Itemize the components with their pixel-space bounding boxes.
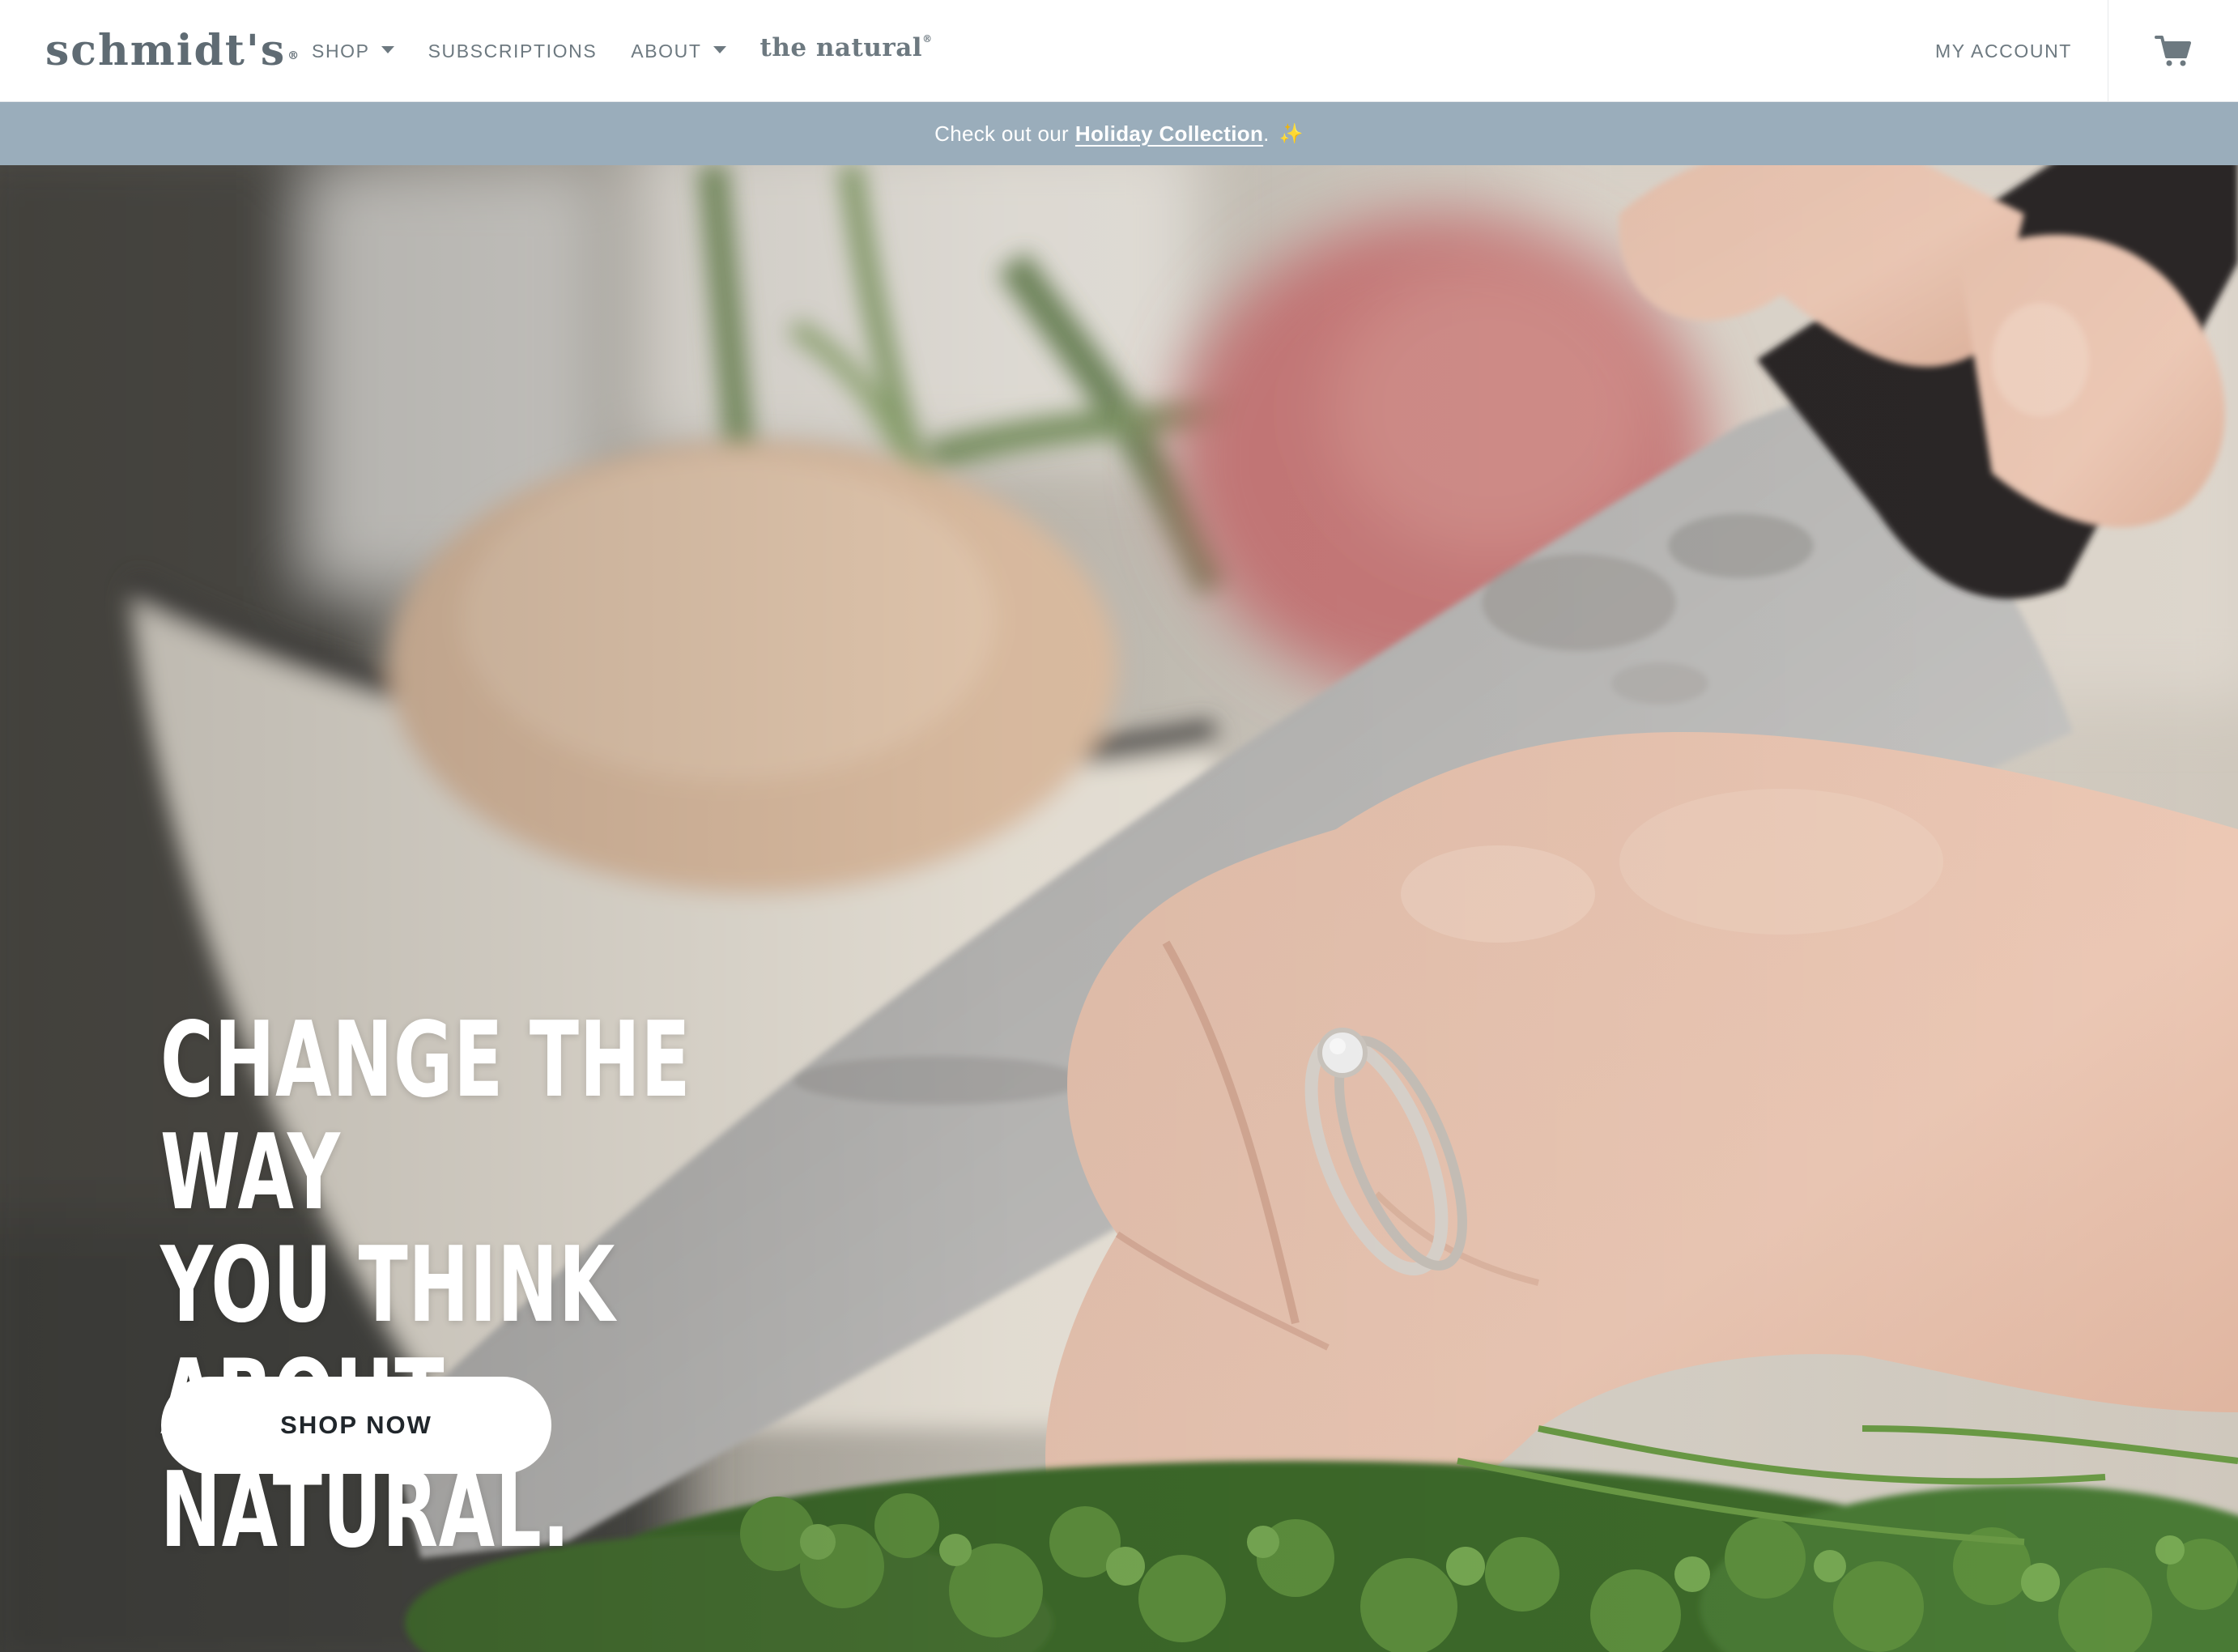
shop-now-button[interactable]: SHOP NOW	[161, 1377, 551, 1474]
my-account-link[interactable]: MY ACCOUNT	[1935, 0, 2072, 102]
hero-headline: CHANGE THE WAY YOU THINK ABOUT NATURAL.	[160, 1004, 727, 1567]
brand-logo[interactable]: schmidt's ®	[45, 23, 299, 79]
registered-mark: ®	[287, 49, 300, 62]
nav-shop-label: SHOP	[312, 40, 370, 62]
hero-headline-line-1: CHANGE THE WAY	[160, 1000, 691, 1233]
sparkles-icon: ✨	[1279, 122, 1304, 145]
promo-banner: Check out our Holiday Collection. ✨	[0, 102, 2238, 165]
hero-section: CHANGE THE WAY YOU THINK ABOUT NATURAL. …	[0, 165, 2238, 1652]
cart-button[interactable]	[2108, 0, 2238, 102]
cart-icon	[2155, 36, 2191, 66]
nav-subscriptions[interactable]: SUBSCRIPTIONS	[428, 40, 598, 62]
main-nav: SHOP SUBSCRIPTIONS ABOUT the natural®	[312, 0, 933, 102]
nav-subscriptions-label: SUBSCRIPTIONS	[428, 40, 598, 62]
nav-about[interactable]: ABOUT	[631, 40, 726, 62]
nav-the-natural-label: the natural	[759, 33, 923, 62]
chevron-down-icon	[381, 45, 394, 53]
nav-the-natural[interactable]: the natural®	[760, 33, 933, 62]
registered-mark: ®	[922, 33, 933, 45]
promo-prefix: Check out our	[934, 121, 1069, 146]
my-account-label: MY ACCOUNT	[1935, 40, 2072, 62]
site-header: schmidt's ® SHOP SUBSCRIPTIONS ABOUT the …	[0, 0, 2238, 102]
chevron-down-icon	[713, 45, 726, 53]
nav-about-label: ABOUT	[631, 40, 702, 62]
brand-logo-text: schmidt's	[45, 26, 287, 75]
promo-suffix: .	[1263, 121, 1270, 146]
holiday-collection-link[interactable]: Holiday Collection	[1075, 121, 1263, 147]
nav-shop[interactable]: SHOP	[312, 40, 394, 62]
